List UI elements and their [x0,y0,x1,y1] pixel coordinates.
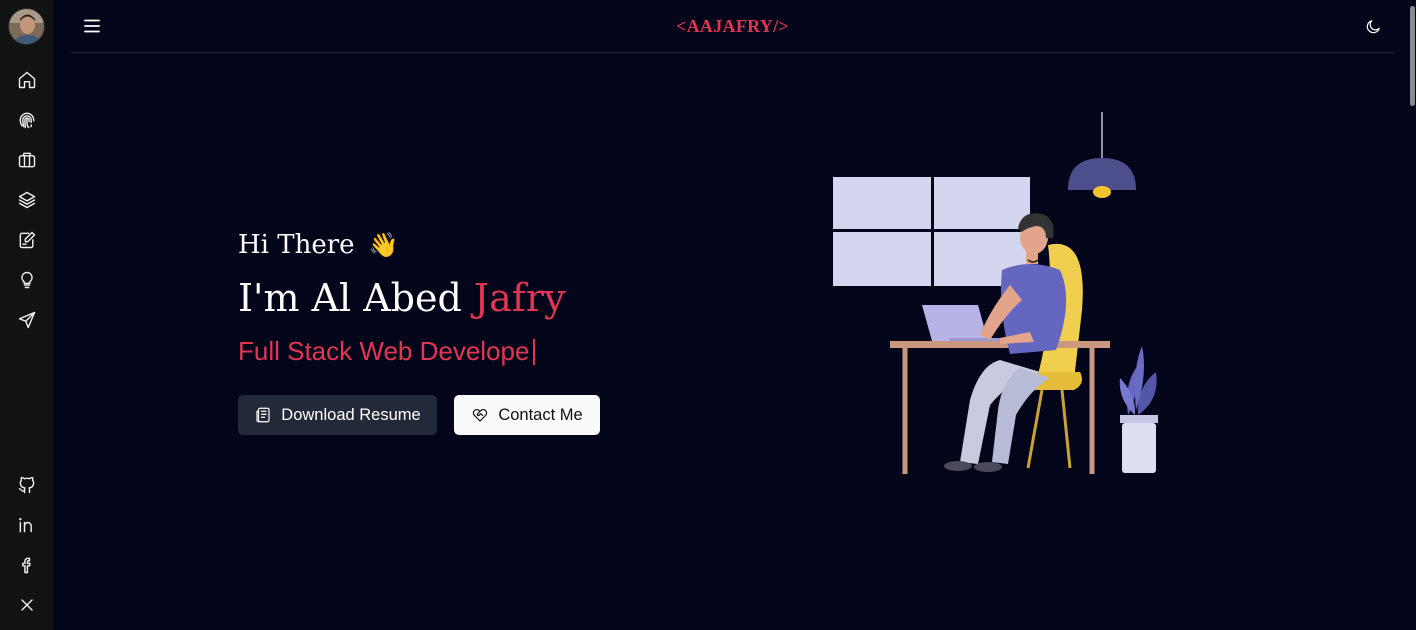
document-icon [256,407,270,423]
avatar[interactable] [8,8,45,45]
greeting-text: Hi There [238,230,355,260]
facebook-icon[interactable] [14,552,39,577]
home-icon[interactable] [14,67,39,92]
developer-illustration [830,110,1170,480]
contact-me-button[interactable]: Contact Me [454,395,600,435]
top-navbar: <AAJAFRY/> [71,0,1394,53]
sidebar [0,0,53,630]
scrollbar-thumb[interactable] [1410,6,1415,106]
send-icon[interactable] [14,307,39,332]
page-scrollbar[interactable] [1408,0,1416,630]
contact-me-label: Contact Me [498,405,583,424]
hero-title-prefix: I'm Al Abed [238,276,474,320]
lightbulb-icon[interactable] [14,267,39,292]
waving-hand-icon: 👋 [368,231,399,259]
typed-role: Full Stack Web Develope [238,336,536,367]
briefcase-icon[interactable] [14,147,39,172]
fingerprint-icon[interactable] [14,107,39,132]
linkedin-icon[interactable] [14,512,39,537]
download-resume-button[interactable]: Download Resume [238,395,437,435]
typing-cursor [533,338,536,365]
typed-role-text: Full Stack Web Develope [238,336,530,366]
hero-greeting: Hi There 👋 [238,230,398,260]
edit-icon[interactable] [14,227,39,252]
download-resume-label: Download Resume [281,405,421,424]
moon-icon[interactable] [1361,14,1385,38]
hero-title: I'm Al Abed Jafry [238,276,566,320]
github-icon[interactable] [14,472,39,497]
x-icon[interactable] [14,592,39,617]
layers-icon[interactable] [14,187,39,212]
heart-handshake-icon [473,409,488,422]
hero-title-accent: Jafry [473,276,566,320]
site-logo[interactable]: <AAJAFRY/> [71,16,1394,37]
